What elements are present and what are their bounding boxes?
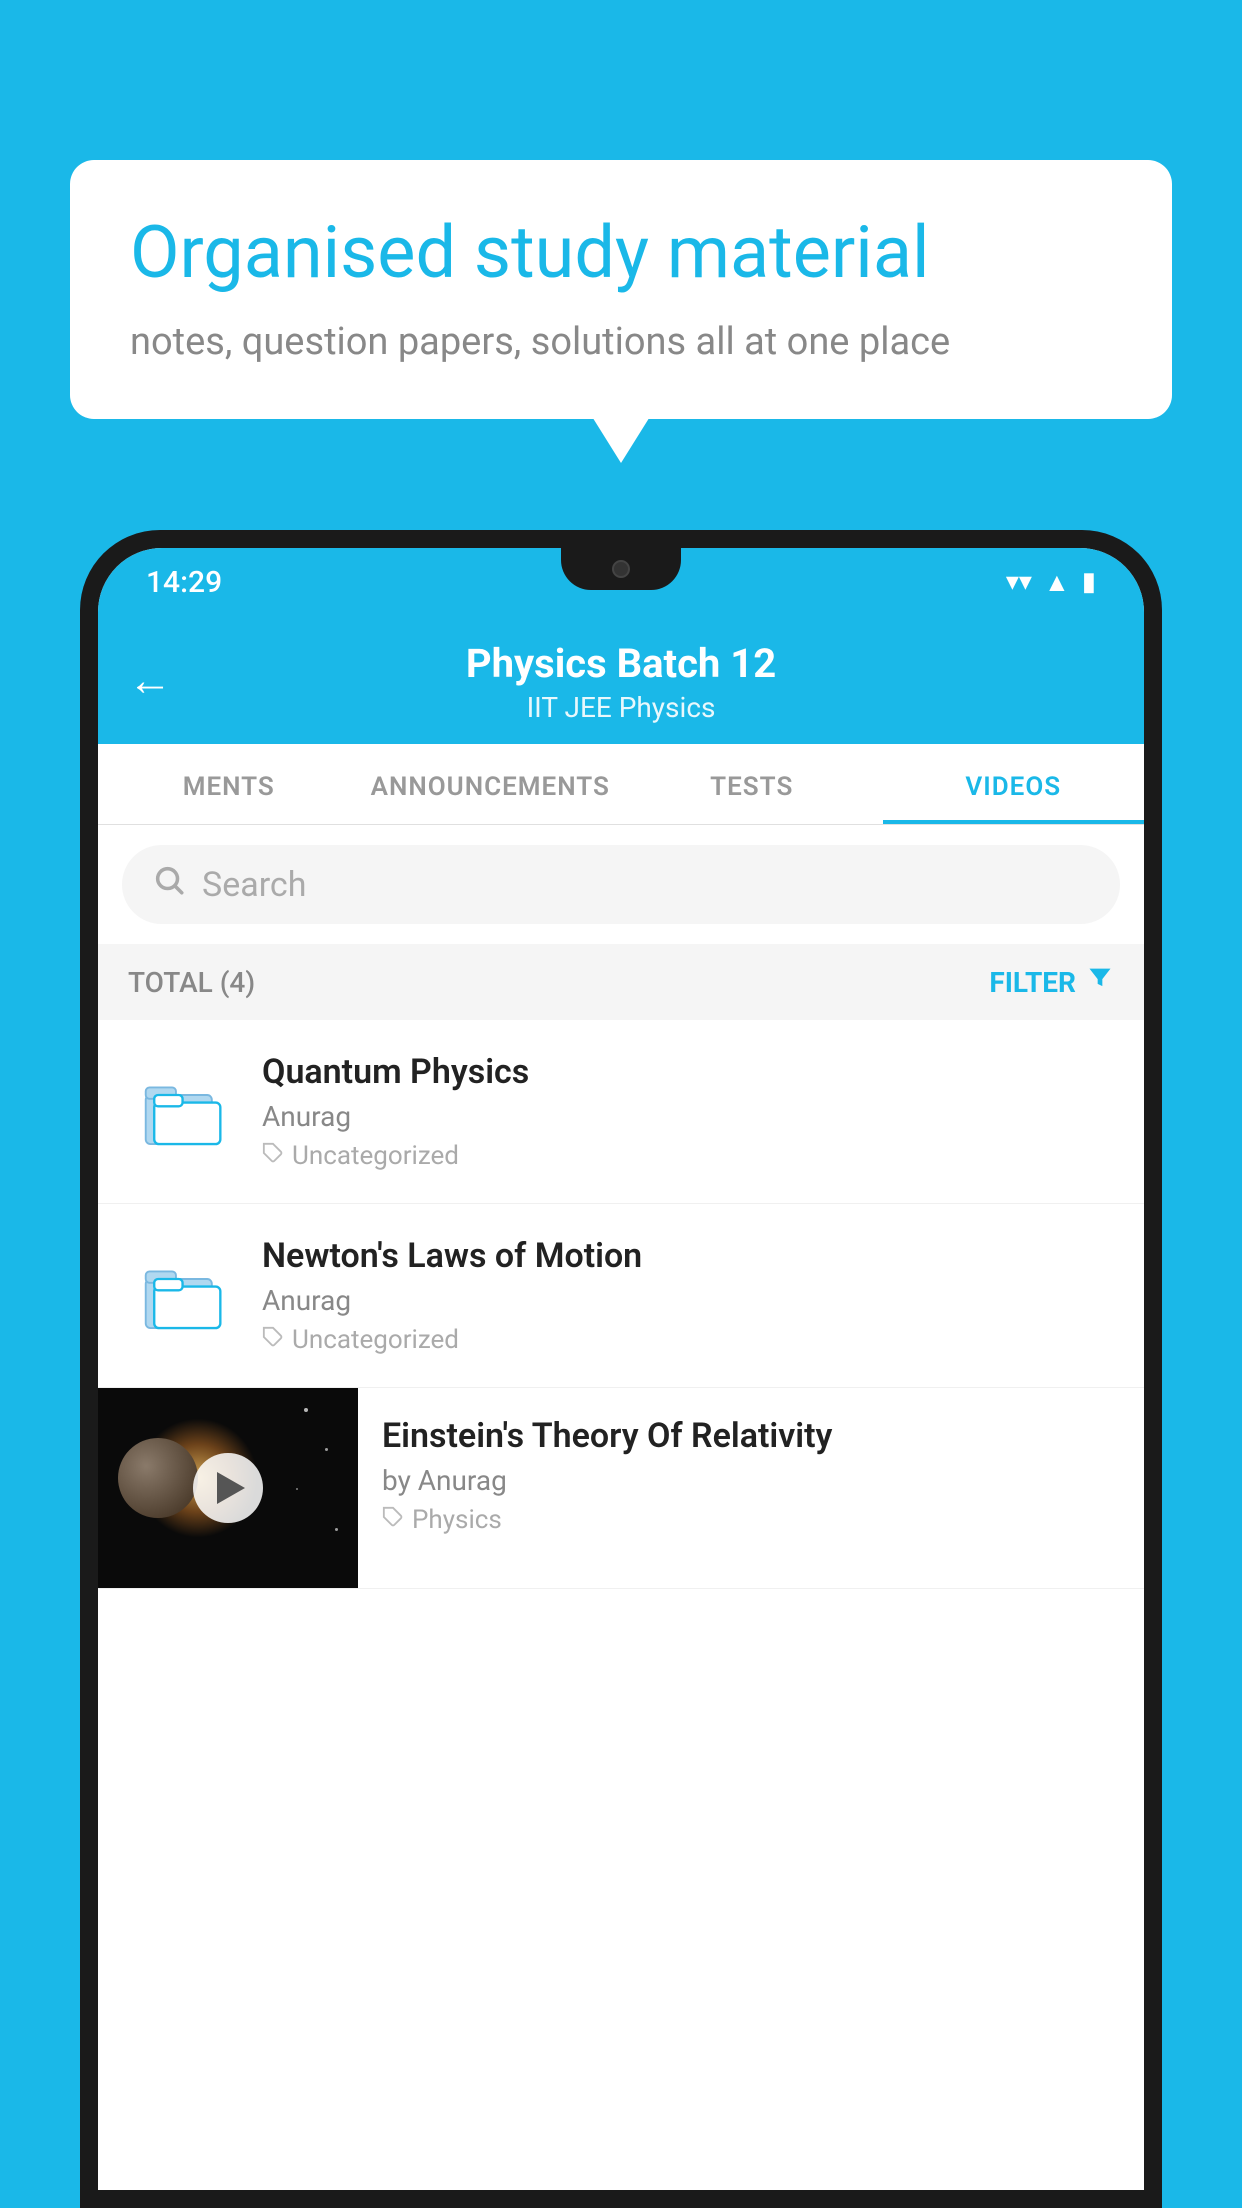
play-icon	[217, 1472, 245, 1504]
bubble-subtitle: notes, question papers, solutions all at…	[130, 320, 1112, 364]
status-time: 14:29	[146, 565, 222, 600]
tab-announcements[interactable]: ANNOUNCEMENTS	[360, 744, 622, 824]
camera	[612, 560, 630, 578]
speech-bubble-container: Organised study material notes, question…	[70, 160, 1172, 419]
video-title: Einstein's Theory Of Relativity	[382, 1416, 1120, 1456]
filter-icon	[1086, 964, 1114, 1000]
filter-bar: TOTAL (4) FILTER	[98, 944, 1144, 1020]
video-info: Einstein's Theory Of Relativity by Anura…	[358, 1388, 1144, 1563]
bubble-title: Organised study material	[130, 210, 1112, 296]
app-header: ← Physics Batch 12 IIT JEE Physics	[98, 616, 1144, 744]
phone-screen: 14:29 ▾▾ ▲ ▮ ← Physics Batch 12 IIT JEE …	[98, 548, 1144, 2190]
signal-icon: ▲	[1044, 567, 1070, 598]
video-author: Anurag	[262, 1100, 1114, 1133]
video-info: Newton's Laws of Motion Anurag Uncategor…	[262, 1236, 1114, 1355]
play-button[interactable]	[193, 1453, 263, 1523]
video-tag: Physics	[382, 1505, 1120, 1535]
notch	[561, 548, 681, 590]
header-subtitle: IIT JEE Physics	[98, 691, 1144, 724]
list-item[interactable]: Einstein's Theory Of Relativity by Anura…	[98, 1388, 1144, 1589]
page-title: Physics Batch 12	[98, 640, 1144, 687]
video-title: Newton's Laws of Motion	[262, 1236, 1114, 1276]
video-tag: Uncategorized	[262, 1325, 1114, 1355]
search-container: Search	[98, 825, 1144, 944]
search-bar[interactable]: Search	[122, 845, 1120, 924]
battery-icon: ▮	[1082, 567, 1096, 597]
filter-button[interactable]: FILTER	[989, 964, 1114, 1000]
tag-icon	[262, 1326, 284, 1354]
status-bar: 14:29 ▾▾ ▲ ▮	[98, 548, 1144, 616]
search-icon	[152, 863, 186, 906]
tab-videos[interactable]: VIDEOS	[883, 744, 1145, 824]
list-item[interactable]: Newton's Laws of Motion Anurag Uncategor…	[98, 1204, 1144, 1388]
video-tag: Uncategorized	[262, 1141, 1114, 1171]
folder-icon	[128, 1062, 238, 1162]
video-author: by Anurag	[382, 1464, 1120, 1497]
video-list: Quantum Physics Anurag Uncategorized	[98, 1020, 1144, 1589]
tab-bar: MENTS ANNOUNCEMENTS TESTS VIDEOS	[98, 744, 1144, 825]
tab-tests[interactable]: TESTS	[621, 744, 883, 824]
thumbnail-planet	[118, 1438, 198, 1518]
tag-icon	[382, 1505, 404, 1535]
list-item[interactable]: Quantum Physics Anurag Uncategorized	[98, 1020, 1144, 1204]
speech-bubble: Organised study material notes, question…	[70, 160, 1172, 419]
video-thumbnail	[98, 1388, 358, 1588]
status-icons: ▾▾ ▲ ▮	[1006, 567, 1096, 598]
tag-icon	[262, 1142, 284, 1170]
phone-frame: 14:29 ▾▾ ▲ ▮ ← Physics Batch 12 IIT JEE …	[80, 530, 1162, 2208]
search-placeholder: Search	[202, 865, 306, 905]
folder-icon	[128, 1246, 238, 1346]
video-title: Quantum Physics	[262, 1052, 1114, 1092]
tab-ments[interactable]: MENTS	[98, 744, 360, 824]
video-info: Quantum Physics Anurag Uncategorized	[262, 1052, 1114, 1171]
video-author: Anurag	[262, 1284, 1114, 1317]
total-count: TOTAL (4)	[128, 966, 255, 999]
wifi-icon: ▾▾	[1006, 567, 1032, 597]
